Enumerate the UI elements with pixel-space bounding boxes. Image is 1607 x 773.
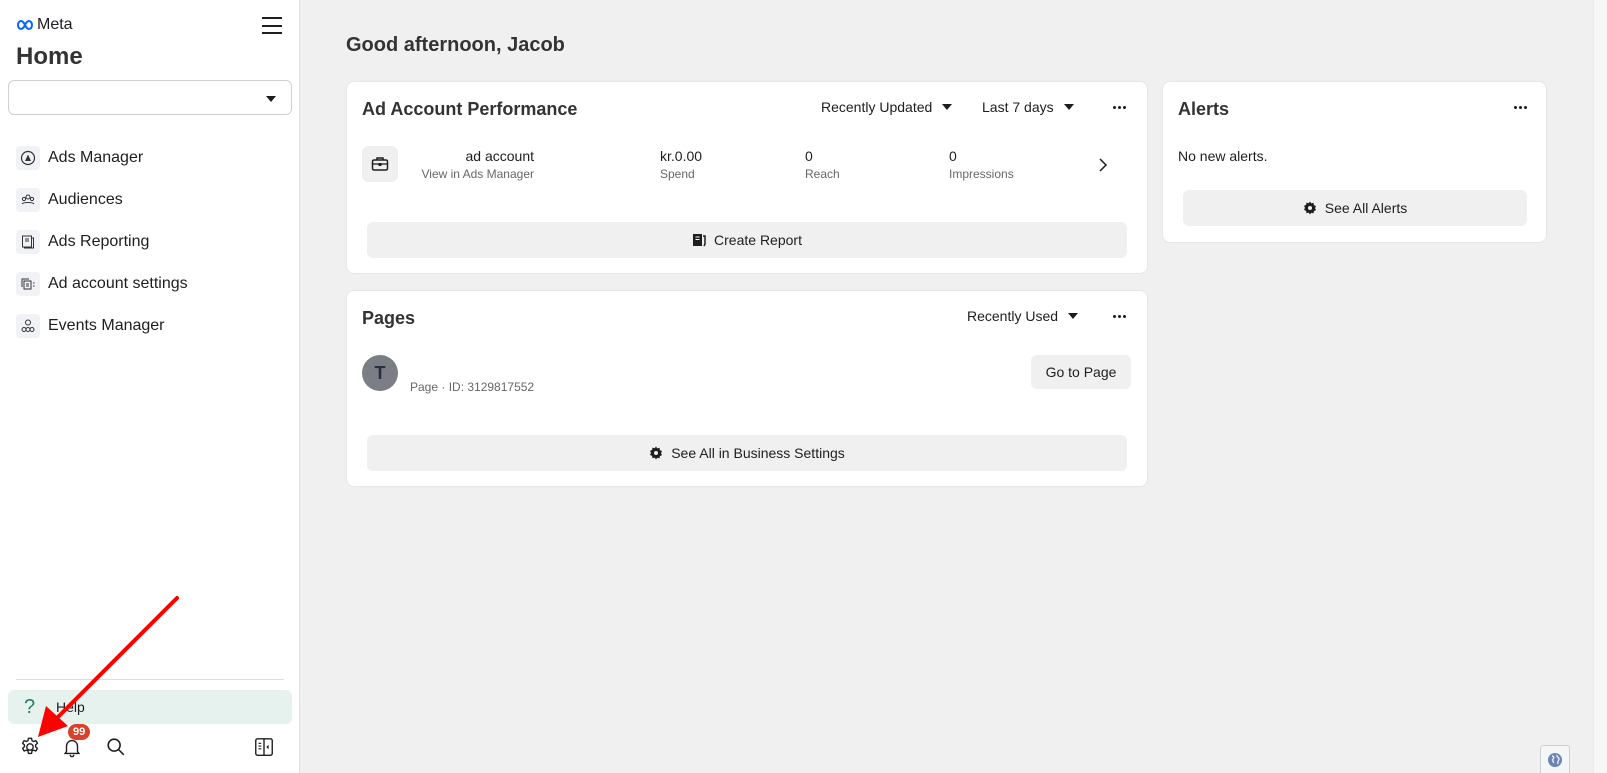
- events-manager-icon: [16, 314, 40, 338]
- meta-logo[interactable]: Meta: [16, 16, 73, 34]
- sidebar-item-label: Events Manager: [48, 317, 165, 334]
- question-icon: ?: [24, 695, 36, 718]
- caret-down-icon: [1068, 313, 1079, 319]
- sidebar-item-ads-reporting[interactable]: Ads Reporting: [16, 230, 292, 254]
- search-icon: [107, 738, 125, 756]
- notifications-badge: 99: [68, 724, 91, 740]
- ad-account-settings-icon: [16, 272, 40, 296]
- chevron-right-icon[interactable]: [1097, 157, 1109, 173]
- stat-value: kr.0.00: [660, 148, 703, 164]
- create-report-label: Create Report: [714, 232, 802, 248]
- audiences-icon: [16, 188, 40, 212]
- greeting: Good afternoon, Jacob: [346, 34, 565, 56]
- globe-icon: [1548, 752, 1562, 767]
- account-info: ad account View in Ads Manager: [414, 147, 534, 183]
- card-title: Pages: [362, 308, 416, 328]
- page-id: Page · ID: 3129817552: [410, 380, 535, 394]
- page-title: Home: [16, 43, 83, 70]
- page-avatar: T: [362, 355, 398, 391]
- see-all-alerts-button[interactable]: See All Alerts: [1183, 190, 1527, 226]
- card-title: Alerts: [1178, 99, 1230, 119]
- pages-card: Pages Recently Used T Page · ID: 3129817…: [346, 290, 1148, 487]
- panel-toggle-icon: [255, 738, 273, 756]
- sidebar-item-label: Audiences: [48, 191, 123, 208]
- caret-down-icon: [942, 104, 953, 110]
- more-options-button[interactable]: [1107, 97, 1131, 117]
- pages-sort-dropdown[interactable]: Recently Used: [967, 308, 1079, 324]
- scrollbar[interactable]: [1593, 0, 1607, 773]
- account-selector[interactable]: [8, 80, 292, 115]
- sidebar: Meta Home Ads Manager Audiences Ads Repo…: [0, 0, 300, 773]
- stat-value: 0: [805, 148, 813, 164]
- create-report-button[interactable]: Create Report: [367, 222, 1127, 258]
- alerts-message: No new alerts.: [1178, 148, 1268, 164]
- sidebar-item-label: Ad account settings: [48, 275, 188, 292]
- meta-infinity-icon: [16, 19, 34, 31]
- report-icon: [693, 234, 706, 247]
- stat-spend: kr.0.00 Spend: [660, 147, 702, 183]
- ads-reporting-icon: [16, 230, 40, 254]
- stat-value: 0: [949, 148, 957, 164]
- see-all-alerts-label: See All Alerts: [1324, 200, 1408, 216]
- help-label: Help: [56, 699, 85, 715]
- sidebar-nav: Ads Manager Audiences Ads Reporting Ad a…: [16, 146, 292, 356]
- more-options-button[interactable]: [1107, 306, 1131, 326]
- see-all-business-settings-button[interactable]: See All in Business Settings: [367, 435, 1127, 471]
- sort-dropdown[interactable]: Recently Updated: [821, 99, 953, 115]
- ads-manager-icon: [16, 146, 40, 170]
- sidebar-item-events-manager[interactable]: Events Manager: [16, 314, 292, 338]
- sidebar-item-label: Ads Reporting: [48, 233, 150, 250]
- ad-account-performance-card: Ad Account Performance Recently Updated …: [346, 81, 1148, 274]
- toggle-panel-button[interactable]: [250, 733, 278, 761]
- date-range-label: Last 7 days: [982, 99, 1054, 115]
- stat-impressions: 0 Impressions: [949, 147, 1014, 183]
- menu-icon[interactable]: [262, 17, 282, 34]
- sidebar-item-label: Ads Manager: [48, 149, 144, 166]
- stat-label: Impressions: [949, 167, 1014, 181]
- stat-reach: 0 Reach: [805, 147, 840, 183]
- briefcase-icon: [362, 146, 398, 182]
- search-button[interactable]: [102, 733, 130, 761]
- sort-dropdown-label: Recently Updated: [821, 99, 933, 115]
- pages-sort-label: Recently Used: [967, 308, 1059, 324]
- stat-label: Reach: [805, 167, 840, 181]
- sidebar-item-ad-account-settings[interactable]: Ad account settings: [16, 272, 292, 296]
- settings-gear-button[interactable]: [16, 733, 44, 761]
- brand-name: Meta: [37, 16, 73, 33]
- go-to-page-button[interactable]: Go to Page: [1031, 355, 1131, 389]
- gear-icon: [650, 446, 663, 460]
- language-button[interactable]: [1540, 745, 1570, 773]
- account-name: ad account: [465, 148, 535, 164]
- more-options-button[interactable]: [1508, 97, 1532, 117]
- gear-icon: [21, 737, 39, 755]
- date-range-dropdown[interactable]: Last 7 days: [982, 99, 1074, 115]
- caret-down-icon: [1063, 104, 1074, 110]
- stat-label: Spend: [660, 167, 695, 181]
- sidebar-divider: [16, 679, 284, 680]
- sidebar-item-ads-manager[interactable]: Ads Manager: [16, 146, 292, 170]
- help-button[interactable]: ? Help: [8, 690, 292, 724]
- sidebar-item-audiences[interactable]: Audiences: [16, 188, 292, 212]
- card-title: Ad Account Performance: [362, 99, 578, 119]
- view-in-ads-manager-link[interactable]: View in Ads Manager: [414, 165, 534, 183]
- alerts-card: Alerts No new alerts. See All Alerts: [1162, 81, 1547, 243]
- caret-down-icon: [266, 96, 276, 102]
- see-all-business-settings-label: See All in Business Settings: [671, 445, 845, 461]
- sidebar-bottom-bar: 99: [0, 724, 300, 763]
- gear-icon: [1303, 201, 1316, 215]
